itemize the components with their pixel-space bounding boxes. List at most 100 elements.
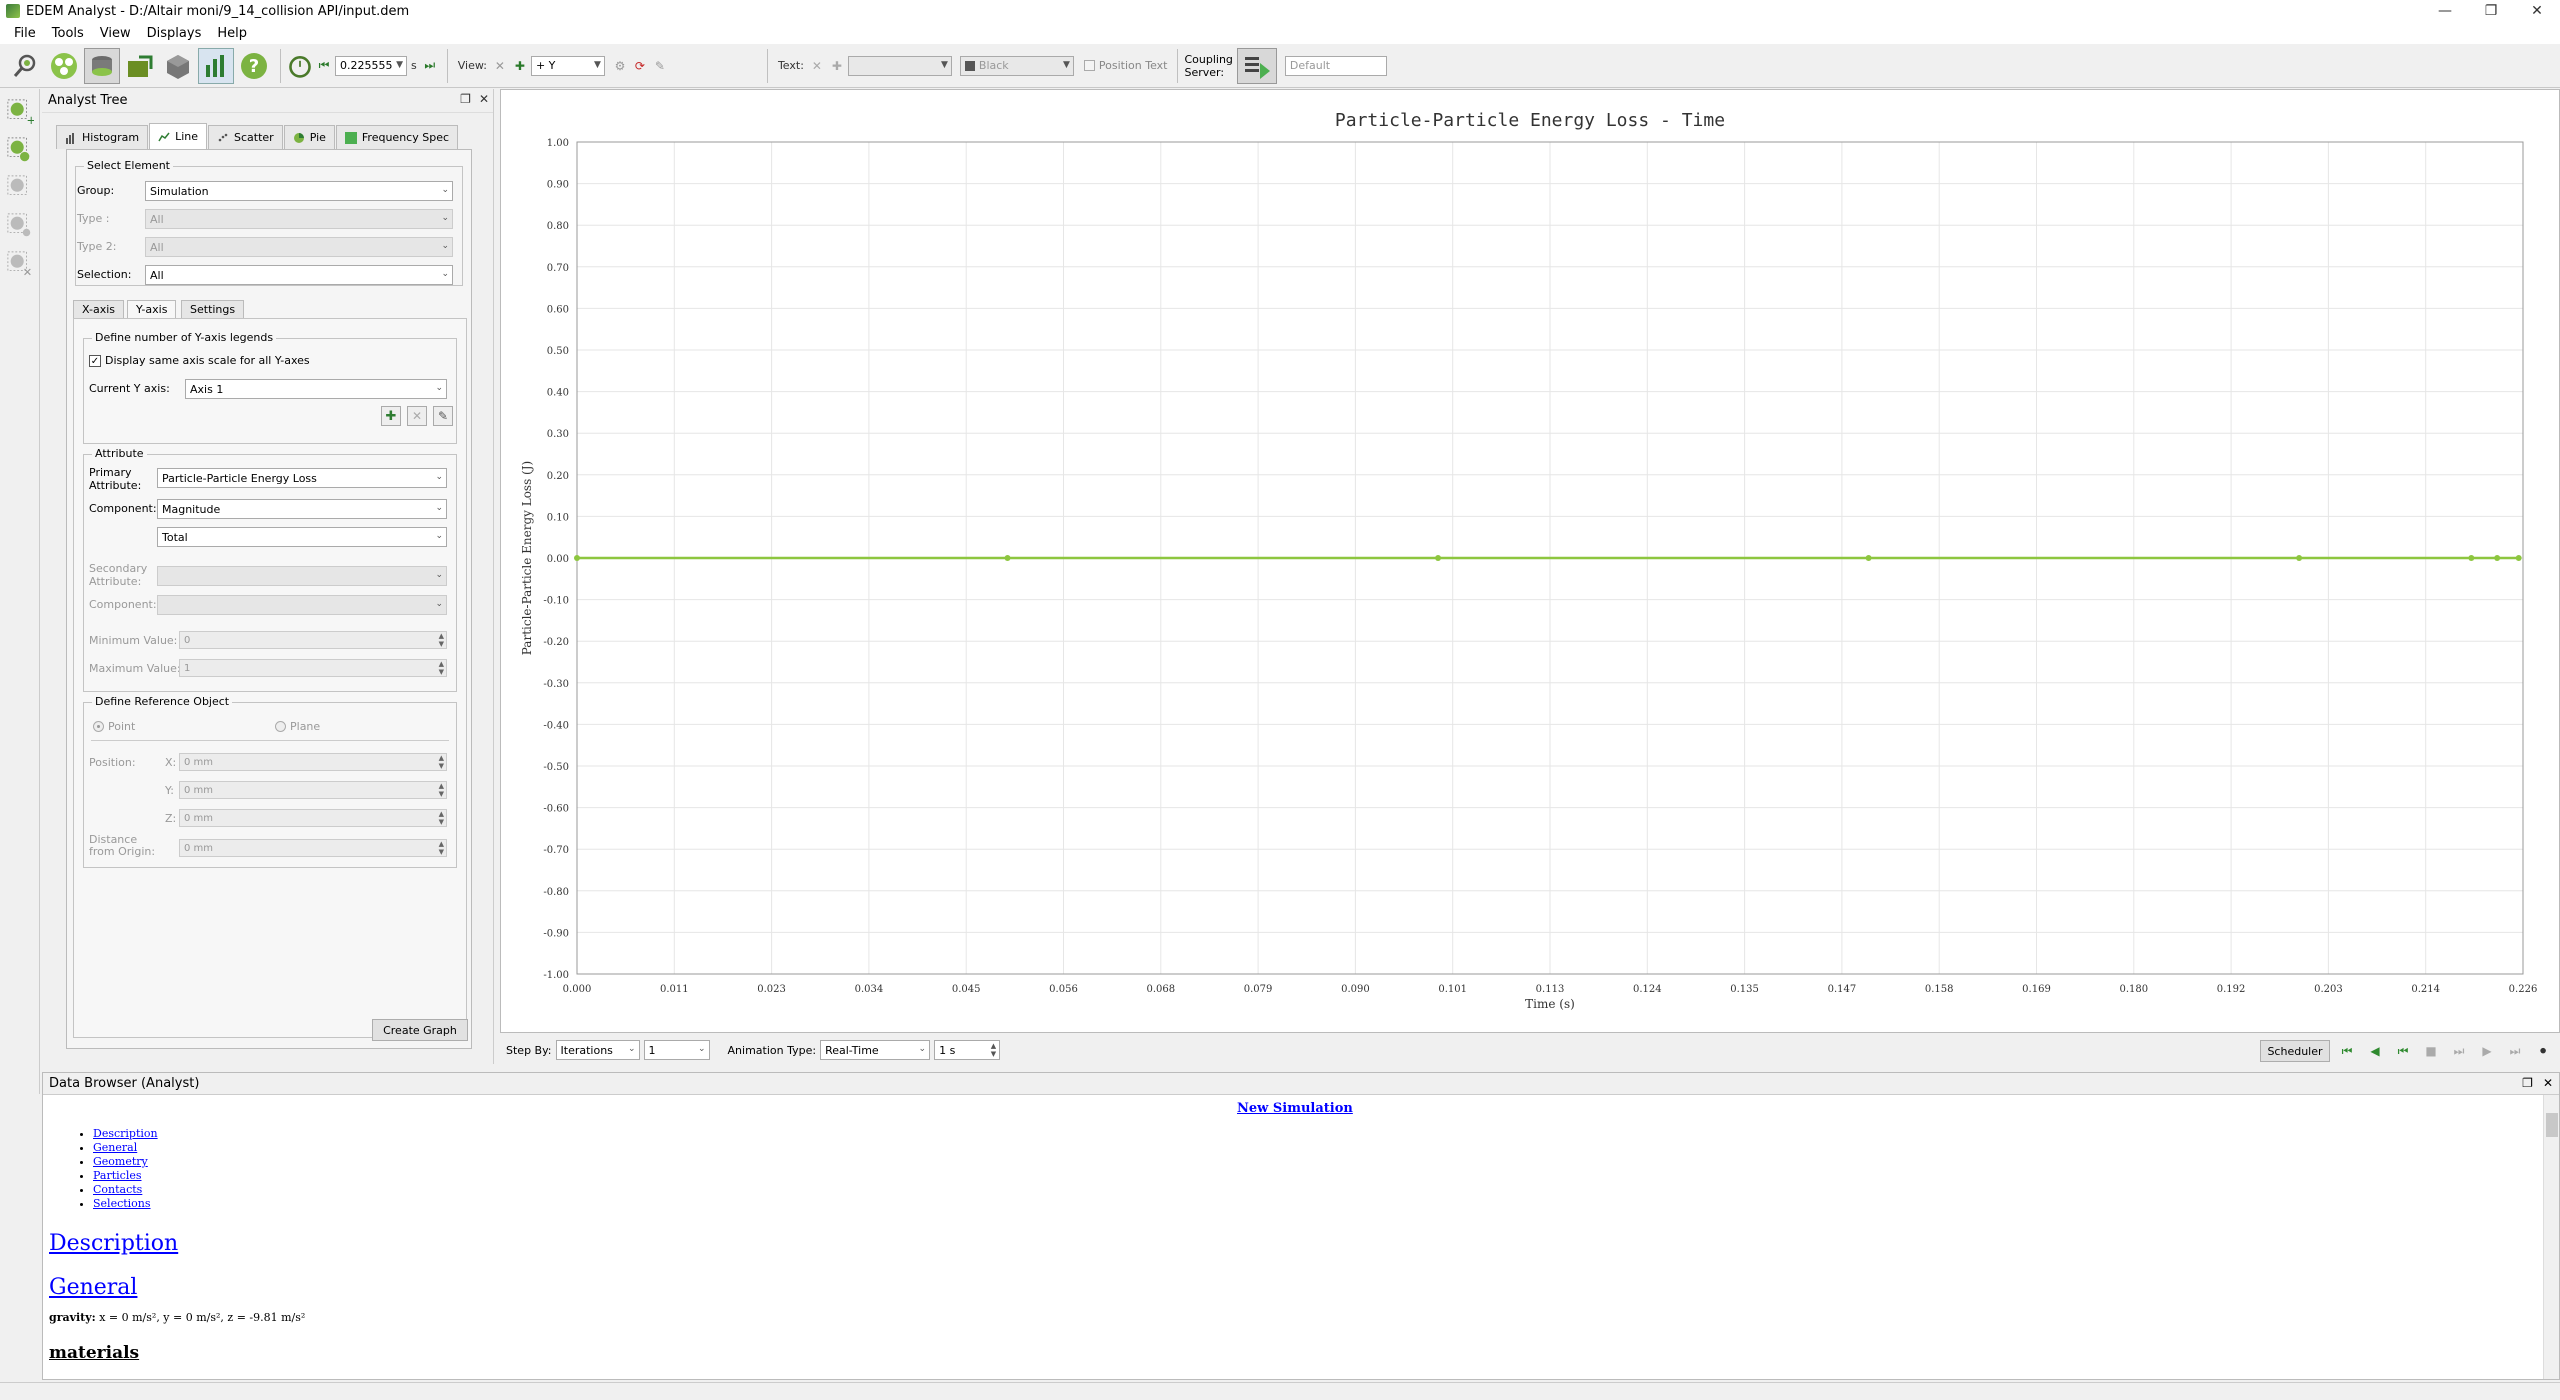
- play-forward-icon[interactable]: ▶: [2476, 1041, 2498, 1061]
- y-tick-label: 0.30: [547, 429, 569, 440]
- edit-axis-icon[interactable]: ✎: [433, 406, 453, 426]
- view-axis-select[interactable]: + Y ▼: [530, 55, 605, 76]
- toc-geometry-link[interactable]: Geometry: [93, 1155, 148, 1168]
- secondary-component-select[interactable]: ⌄: [157, 595, 447, 615]
- position-z-input[interactable]: 0 mm ▲ ▼: [179, 809, 447, 827]
- edit-pen-icon[interactable]: ✎: [651, 57, 669, 75]
- play-backward-icon[interactable]: ◀: [2364, 1041, 2386, 1061]
- coupling-server-input[interactable]: Default: [1284, 55, 1387, 76]
- menu-displays[interactable]: Displays: [139, 26, 210, 41]
- text-remove-icon[interactable]: ✕: [808, 57, 826, 75]
- skip-to-end-icon[interactable]: ⏭: [2504, 1041, 2526, 1061]
- modify-query-icon[interactable]: [5, 211, 35, 241]
- simulation-heading-link[interactable]: New Simulation: [1237, 1101, 1353, 1116]
- start-coupling-icon[interactable]: [1236, 47, 1277, 84]
- position-x-input[interactable]: 0 mm ▲ ▼: [179, 753, 447, 771]
- add-axis-icon[interactable]: ✚: [381, 406, 401, 426]
- float-browser-icon[interactable]: ❐: [2522, 1076, 2533, 1090]
- current-y-axis-select[interactable]: Axis 1 ⌄: [185, 379, 447, 399]
- create-graph-button[interactable]: Create Graph: [372, 1019, 468, 1041]
- geometry-icon[interactable]: [84, 47, 120, 84]
- step-backward-icon[interactable]: ⏮: [2392, 1041, 2414, 1061]
- first-step-icon[interactable]: ⏮: [315, 57, 333, 75]
- description-section-heading[interactable]: Description: [49, 1231, 178, 1256]
- float-panel-icon[interactable]: ❐: [460, 92, 471, 106]
- remove-axis-icon[interactable]: ✕: [407, 406, 427, 426]
- toc-contacts-link[interactable]: Contacts: [93, 1183, 142, 1196]
- add-group-icon[interactable]: [5, 135, 35, 165]
- plane-radio[interactable]: [275, 721, 286, 732]
- close-browser-icon[interactable]: ✕: [2543, 1076, 2553, 1090]
- timer-icon[interactable]: [287, 48, 313, 84]
- tab-x-axis[interactable]: X-axis: [73, 300, 124, 318]
- position-text-checkbox[interactable]: [1083, 60, 1095, 71]
- close-window-button[interactable]: ✕: [2514, 0, 2560, 22]
- component-sub-select[interactable]: Total ⌄: [157, 527, 447, 547]
- tab-scatter[interactable]: Scatter: [208, 125, 283, 149]
- tab-frequency-spectrum[interactable]: Frequency Spec: [335, 125, 459, 149]
- distance-origin-input[interactable]: 0 mm ▲ ▼: [179, 839, 447, 857]
- view-plus-icon[interactable]: ✚: [511, 57, 529, 75]
- delete-query-icon[interactable]: ✕: [5, 249, 35, 279]
- data-browser-panel: Data Browser (Analyst) ❐ ✕ New Simulatio…: [42, 1072, 2560, 1380]
- analyst-search-icon[interactable]: [8, 48, 44, 84]
- step-by-select[interactable]: Iterations ⌄: [555, 1040, 640, 1060]
- menu-view[interactable]: View: [92, 26, 139, 41]
- component-select[interactable]: Magnitude ⌄: [157, 499, 447, 519]
- minimum-value-input[interactable]: 0 ▲ ▼: [179, 631, 447, 649]
- primary-attribute-select[interactable]: Particle-Particle Energy Loss ⌄: [157, 468, 447, 488]
- restore-button[interactable]: ❐: [2468, 0, 2514, 22]
- type2-select[interactable]: All ⌄: [145, 237, 453, 257]
- toc-description-link[interactable]: Description: [93, 1127, 158, 1140]
- animation-type-select[interactable]: Real-Time ⌄: [820, 1040, 931, 1060]
- stop-icon[interactable]: ■: [2420, 1041, 2442, 1061]
- graph-view[interactable]: Particle-Particle Energy Loss - Time 0.0…: [500, 89, 2560, 1033]
- toc-selections-link[interactable]: Selections: [93, 1197, 151, 1210]
- bin-group-icon[interactable]: [160, 48, 196, 84]
- general-section-heading[interactable]: General: [49, 1275, 137, 1300]
- graph-icon[interactable]: [198, 47, 234, 84]
- edit-query-icon[interactable]: [5, 173, 35, 203]
- data-browser-scrollbar[interactable]: [2543, 1095, 2559, 1379]
- tab-line[interactable]: Line: [149, 123, 207, 149]
- reset-view-icon[interactable]: ⟳: [631, 57, 649, 75]
- maximum-value-input[interactable]: 1 ▲ ▼: [179, 659, 447, 677]
- tab-pie[interactable]: Pie: [283, 125, 335, 149]
- settings-gear-icon[interactable]: ⚙: [611, 57, 629, 75]
- close-panel-icon[interactable]: ✕: [479, 92, 489, 106]
- export-icon[interactable]: [122, 48, 158, 84]
- secondary-attribute-select[interactable]: ⌄: [157, 566, 447, 586]
- view-cross-icon[interactable]: ✕: [491, 57, 509, 75]
- toc-particles-link[interactable]: Particles: [93, 1169, 142, 1182]
- text-select[interactable]: ▼: [847, 55, 952, 76]
- text-color-select[interactable]: Black ▼: [959, 55, 1074, 76]
- text-add-icon[interactable]: ✚: [828, 57, 846, 75]
- record-icon[interactable]: ⚫: [2532, 1041, 2554, 1061]
- skip-to-start-icon[interactable]: ⏮: [2336, 1041, 2358, 1061]
- tab-y-axis[interactable]: Y-axis: [127, 300, 177, 318]
- menu-tools[interactable]: Tools: [44, 26, 92, 41]
- animation-interval-input[interactable]: 1 s ▲ ▼: [934, 1040, 1001, 1060]
- group-label: Group:: [77, 184, 115, 197]
- type-select[interactable]: All ⌄: [145, 209, 453, 229]
- menu-file[interactable]: File: [6, 26, 44, 41]
- particles-icon[interactable]: [46, 48, 82, 84]
- selection-select[interactable]: All ⌄: [145, 265, 453, 285]
- tab-histogram[interactable]: Histogram: [56, 125, 149, 149]
- point-radio[interactable]: [93, 721, 104, 732]
- same-scale-checkbox[interactable]: ✓: [89, 354, 101, 367]
- step-value-select[interactable]: 1 ⌄: [643, 1040, 710, 1060]
- menu-help[interactable]: Help: [209, 26, 255, 41]
- tab-settings[interactable]: Settings: [181, 300, 245, 318]
- scrollbar-thumb[interactable]: [2546, 1113, 2558, 1137]
- group-select[interactable]: Simulation ⌄: [145, 181, 453, 201]
- position-y-input[interactable]: 0 mm ▲ ▼: [179, 781, 447, 799]
- add-query-icon[interactable]: +: [5, 97, 35, 127]
- scheduler-button[interactable]: Scheduler: [2260, 1040, 2330, 1062]
- time-input[interactable]: 0.225555 ▼: [335, 55, 407, 76]
- last-step-icon[interactable]: ⏭: [421, 57, 439, 75]
- step-forward-icon[interactable]: ⏭: [2448, 1041, 2470, 1061]
- help-icon[interactable]: ?: [236, 48, 272, 84]
- minimize-button[interactable]: —: [2422, 0, 2468, 22]
- toc-general-link[interactable]: General: [93, 1141, 137, 1154]
